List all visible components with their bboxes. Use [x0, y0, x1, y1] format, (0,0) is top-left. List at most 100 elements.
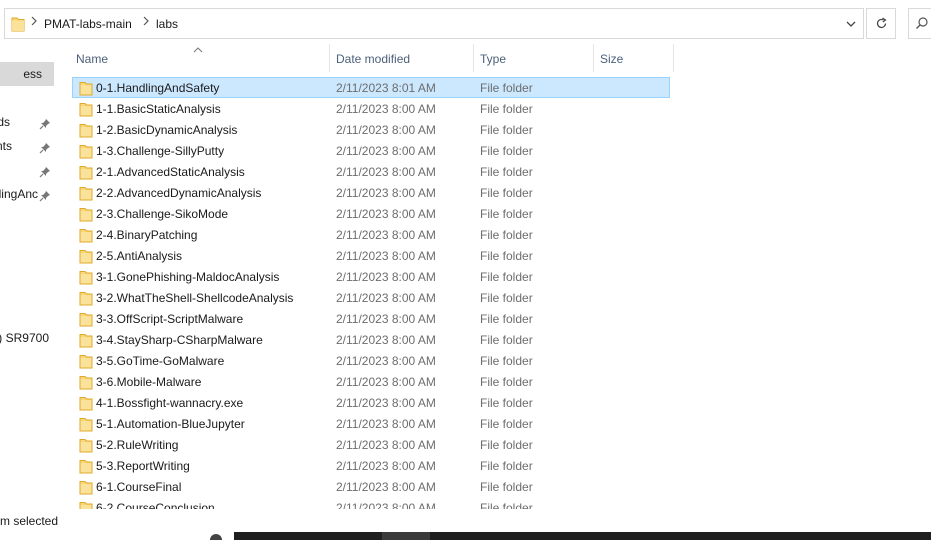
column-header-size[interactable]: Size	[592, 44, 674, 72]
file-date-modified: 2/11/2023 8:00 AM	[336, 438, 436, 452]
breadcrumb-labs[interactable]: labs	[156, 17, 178, 31]
file-name[interactable]: 3-6.Mobile-Malware	[96, 375, 201, 389]
file-row[interactable]: 3-3.OffScript-ScriptMalware 2/11/2023 8:0…	[72, 308, 670, 329]
nav-item-documents[interactable]: nts	[0, 134, 54, 158]
file-list[interactable]: 0-1.HandlingAndSafety 2/11/2023 8:01 AM Fi…	[58, 77, 931, 509]
file-name[interactable]: 2-4.BinaryPatching	[96, 228, 197, 242]
refresh-button[interactable]	[866, 8, 896, 39]
file-row[interactable]: 4-1.Bossfight-wannacry.exe 2/11/2023 8:00…	[72, 392, 670, 413]
taskbar	[234, 532, 931, 540]
file-name[interactable]: 3-4.StaySharp-CSharpMalware	[96, 333, 263, 347]
file-type: File folder	[480, 438, 533, 452]
file-name[interactable]: 0-1.HandlingAndSafety	[96, 81, 219, 95]
file-name[interactable]: 6-1.CourseFinal	[96, 480, 181, 494]
file-date-modified: 2/11/2023 8:00 AM	[336, 207, 436, 221]
file-name[interactable]: 2-3.Challenge-SikoMode	[96, 207, 228, 221]
column-header-date-modified[interactable]: Date modified	[328, 44, 474, 72]
file-name[interactable]: 3-5.GoTime-GoMalware	[96, 354, 224, 368]
file-name[interactable]: 4-1.Bossfight-wannacry.exe	[96, 396, 243, 410]
column-header-type[interactable]: Type	[472, 44, 594, 72]
file-name[interactable]: 2-1.AdvancedStaticAnalysis	[96, 165, 245, 179]
nav-item-label: ds	[0, 115, 10, 129]
search-box[interactable]	[908, 8, 931, 39]
folder-icon	[79, 459, 93, 477]
folder-icon	[79, 123, 93, 141]
file-type: File folder	[480, 396, 533, 410]
file-row[interactable]: 1-2.BasicDynamicAnalysis 2/11/2023 8:00 A…	[72, 119, 670, 140]
file-type: File folder	[480, 312, 533, 326]
file-type: File folder	[480, 144, 533, 158]
file-name[interactable]: 3-2.WhatTheShell-ShellcodeAnalysis	[96, 291, 293, 305]
column-headers: Name Date modified Type Size	[58, 44, 931, 72]
file-row[interactable]: 1-3.Challenge-SillyPutty 2/11/2023 8:00 A…	[72, 140, 670, 161]
file-date-modified: 2/11/2023 8:00 AM	[336, 186, 436, 200]
folder-icon	[79, 270, 93, 288]
pin-icon[interactable]	[38, 187, 52, 202]
file-type: File folder	[480, 165, 533, 179]
folder-icon	[79, 438, 93, 456]
file-row[interactable]: 2-1.AdvancedStaticAnalysis 2/11/2023 8:00…	[72, 161, 670, 182]
nav-item-drive-sr9700[interactable]: :) SR9700	[0, 326, 54, 350]
nav-item-downloads[interactable]: ds	[0, 110, 54, 134]
file-type: File folder	[480, 249, 533, 263]
nav-item-handling-and-safety[interactable]: llingAnc	[0, 182, 54, 206]
file-row[interactable]: 3-5.GoTime-GoMalware 2/11/2023 8:00 AM Fil…	[72, 350, 670, 371]
chevron-down-icon[interactable]	[845, 18, 857, 30]
file-type: File folder	[480, 228, 533, 242]
breadcrumb-pmat-labs-main[interactable]: PMAT-labs-main	[44, 17, 132, 31]
folder-icon	[79, 396, 93, 414]
folder-icon	[79, 228, 93, 246]
file-type: File folder	[480, 354, 533, 368]
nav-item-quick-access[interactable]: ess	[0, 62, 54, 86]
chevron-right-icon[interactable]	[142, 16, 150, 29]
nav-item-pictures[interactable]	[0, 158, 54, 182]
file-date-modified: 2/11/2023 8:00 AM	[336, 354, 436, 368]
pin-icon[interactable]	[38, 163, 52, 178]
folder-icon	[79, 165, 93, 183]
file-row[interactable]: 1-1.BasicStaticAnalysis 2/11/2023 8:00 AM…	[72, 98, 670, 119]
nav-item-label: llingAnc	[0, 187, 38, 201]
pin-icon[interactable]	[38, 115, 52, 130]
file-name[interactable]: 5-2.RuleWriting	[96, 438, 178, 452]
navigation-pane[interactable]: ess ds nts llingAnc :) SR9700	[0, 42, 57, 516]
file-name[interactable]: 1-3.Challenge-SillyPutty	[96, 144, 224, 158]
file-name[interactable]: 3-3.OffScript-ScriptMalware	[96, 312, 243, 326]
folder-icon	[79, 81, 93, 99]
pin-icon[interactable]	[38, 139, 52, 154]
file-row[interactable]: 5-3.ReportWriting 2/11/2023 8:00 AM File f…	[72, 455, 670, 476]
file-type: File folder	[480, 102, 533, 116]
taskbar-active-app[interactable]	[382, 532, 430, 540]
file-row[interactable]: 0-1.HandlingAndSafety 2/11/2023 8:01 AM Fi…	[72, 77, 670, 98]
file-row[interactable]: 5-2.RuleWriting 2/11/2023 8:00 AM File fol…	[72, 434, 670, 455]
file-row[interactable]: 3-2.WhatTheShell-ShellcodeAnalysis 2/11/2…	[72, 287, 670, 308]
file-name[interactable]: 5-3.ReportWriting	[96, 459, 190, 473]
file-date-modified: 2/11/2023 8:00 AM	[336, 375, 436, 389]
folder-icon	[79, 186, 93, 204]
chevron-right-icon[interactable]	[30, 16, 38, 29]
folder-icon	[79, 312, 93, 330]
file-row[interactable]: 6-2.CourseConclusion 2/11/2023 8:00 AM Fil…	[72, 497, 670, 509]
file-type: File folder	[480, 123, 533, 137]
file-row[interactable]: 2-5.AntiAnalysis 2/11/2023 8:00 AM File fo…	[72, 245, 670, 266]
address-bar[interactable]: PMAT-labs-main labs	[4, 8, 864, 39]
file-row[interactable]: 3-4.StaySharp-CSharpMalware 2/11/2023 8:0…	[72, 329, 670, 350]
file-row[interactable]: 2-3.Challenge-SikoMode 2/11/2023 8:00 AM F…	[72, 203, 670, 224]
file-row[interactable]: 6-1.CourseFinal 2/11/2023 8:00 AM File fol…	[72, 476, 670, 497]
file-type: File folder	[480, 207, 533, 221]
nav-item-label: nts	[0, 139, 12, 153]
file-name[interactable]: 5-1.Automation-BlueJupyter	[96, 417, 245, 431]
file-name[interactable]: 2-2.AdvancedDynamicAnalysis	[96, 186, 261, 200]
file-row[interactable]: 5-1.Automation-BlueJupyter 2/11/2023 8:00…	[72, 413, 670, 434]
taskbar-icon[interactable]	[210, 534, 222, 540]
file-row[interactable]: 3-1.GonePhishing-MaldocAnalysis 2/11/2023…	[72, 266, 670, 287]
file-row[interactable]: 2-4.BinaryPatching 2/11/2023 8:00 AM File …	[72, 224, 670, 245]
file-name[interactable]: 1-2.BasicDynamicAnalysis	[96, 123, 237, 137]
file-name[interactable]: 6-2.CourseConclusion	[96, 501, 215, 509]
file-row[interactable]: 2-2.AdvancedDynamicAnalysis 2/11/2023 8:0…	[72, 182, 670, 203]
file-name[interactable]: 3-1.GonePhishing-MaldocAnalysis	[96, 270, 279, 284]
refresh-icon	[875, 17, 888, 33]
file-name[interactable]: 1-1.BasicStaticAnalysis	[96, 102, 221, 116]
file-row[interactable]: 3-6.Mobile-Malware 2/11/2023 8:00 AM File …	[72, 371, 670, 392]
file-name[interactable]: 2-5.AntiAnalysis	[96, 249, 182, 263]
file-date-modified: 2/11/2023 8:00 AM	[336, 291, 436, 305]
